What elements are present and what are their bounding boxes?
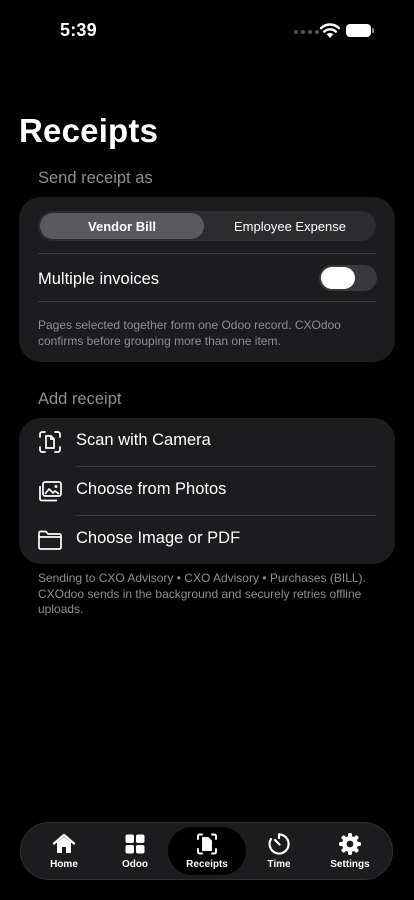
tab-time[interactable]: Time bbox=[243, 827, 315, 875]
multiple-invoices-toggle[interactable] bbox=[319, 265, 377, 291]
gear-icon bbox=[339, 833, 361, 855]
timer-icon bbox=[268, 833, 290, 855]
grid-icon bbox=[125, 834, 145, 854]
receipt-scan-icon bbox=[197, 833, 217, 855]
tab-label-time: Time bbox=[267, 859, 291, 870]
folder-icon bbox=[38, 530, 62, 550]
send-options-card: Vendor Bill Employee Expense Multiple in… bbox=[19, 197, 395, 362]
tab-label-home: Home bbox=[50, 859, 78, 870]
photos-icon bbox=[39, 481, 62, 502]
scan-with-camera-label: Scan with Camera bbox=[76, 431, 211, 449]
tab-home[interactable]: Home bbox=[28, 827, 100, 875]
tab-settings[interactable]: Settings bbox=[314, 827, 386, 875]
divider bbox=[38, 301, 376, 302]
house-icon bbox=[52, 833, 76, 853]
choose-image-or-pdf-button[interactable]: Choose Image or PDF bbox=[19, 516, 395, 564]
multiple-invoices-label: Multiple invoices bbox=[38, 270, 160, 288]
segment-vendor-bill[interactable]: Vendor Bill bbox=[40, 213, 204, 239]
grouping-note: Pages selected together form one Odoo re… bbox=[38, 318, 341, 348]
choose-from-photos-label: Choose from Photos bbox=[76, 480, 227, 498]
add-receipt-card: Scan with Camera Choose from Photos Choo… bbox=[19, 418, 395, 564]
destination-note: Sending to CXO Advisory • CXO Advisory •… bbox=[38, 571, 366, 616]
wifi-icon bbox=[319, 23, 341, 38]
tab-odoo[interactable]: Odoo bbox=[99, 827, 171, 875]
choose-from-photos-button[interactable]: Choose from Photos bbox=[19, 467, 395, 515]
battery-icon bbox=[346, 24, 374, 37]
add-receipt-header: Add receipt bbox=[38, 390, 122, 408]
receipt-type-segmented-control: Vendor Bill Employee Expense bbox=[38, 211, 376, 241]
tab-bar: Home Odoo Receipts Time Settings bbox=[20, 822, 393, 880]
tab-receipts[interactable]: Receipts bbox=[168, 827, 246, 875]
divider bbox=[38, 253, 376, 254]
document-scan-icon bbox=[39, 431, 61, 453]
page-title: Receipts bbox=[19, 112, 159, 149]
choose-image-or-pdf-label: Choose Image or PDF bbox=[76, 529, 241, 547]
status-bar: 5:39 bbox=[0, 0, 414, 60]
toggle-knob bbox=[321, 267, 355, 289]
tab-label-odoo: Odoo bbox=[121, 859, 149, 870]
scan-with-camera-button[interactable]: Scan with Camera bbox=[19, 418, 395, 466]
send-receipt-header: Send receipt as bbox=[38, 169, 153, 187]
cellular-signal-icon bbox=[294, 30, 319, 34]
tab-label-settings: Settings bbox=[330, 859, 370, 870]
tab-label-receipts: Receipts bbox=[186, 859, 228, 870]
status-time: 5:39 bbox=[60, 20, 97, 40]
segment-employee-expense[interactable]: Employee Expense bbox=[206, 213, 374, 239]
